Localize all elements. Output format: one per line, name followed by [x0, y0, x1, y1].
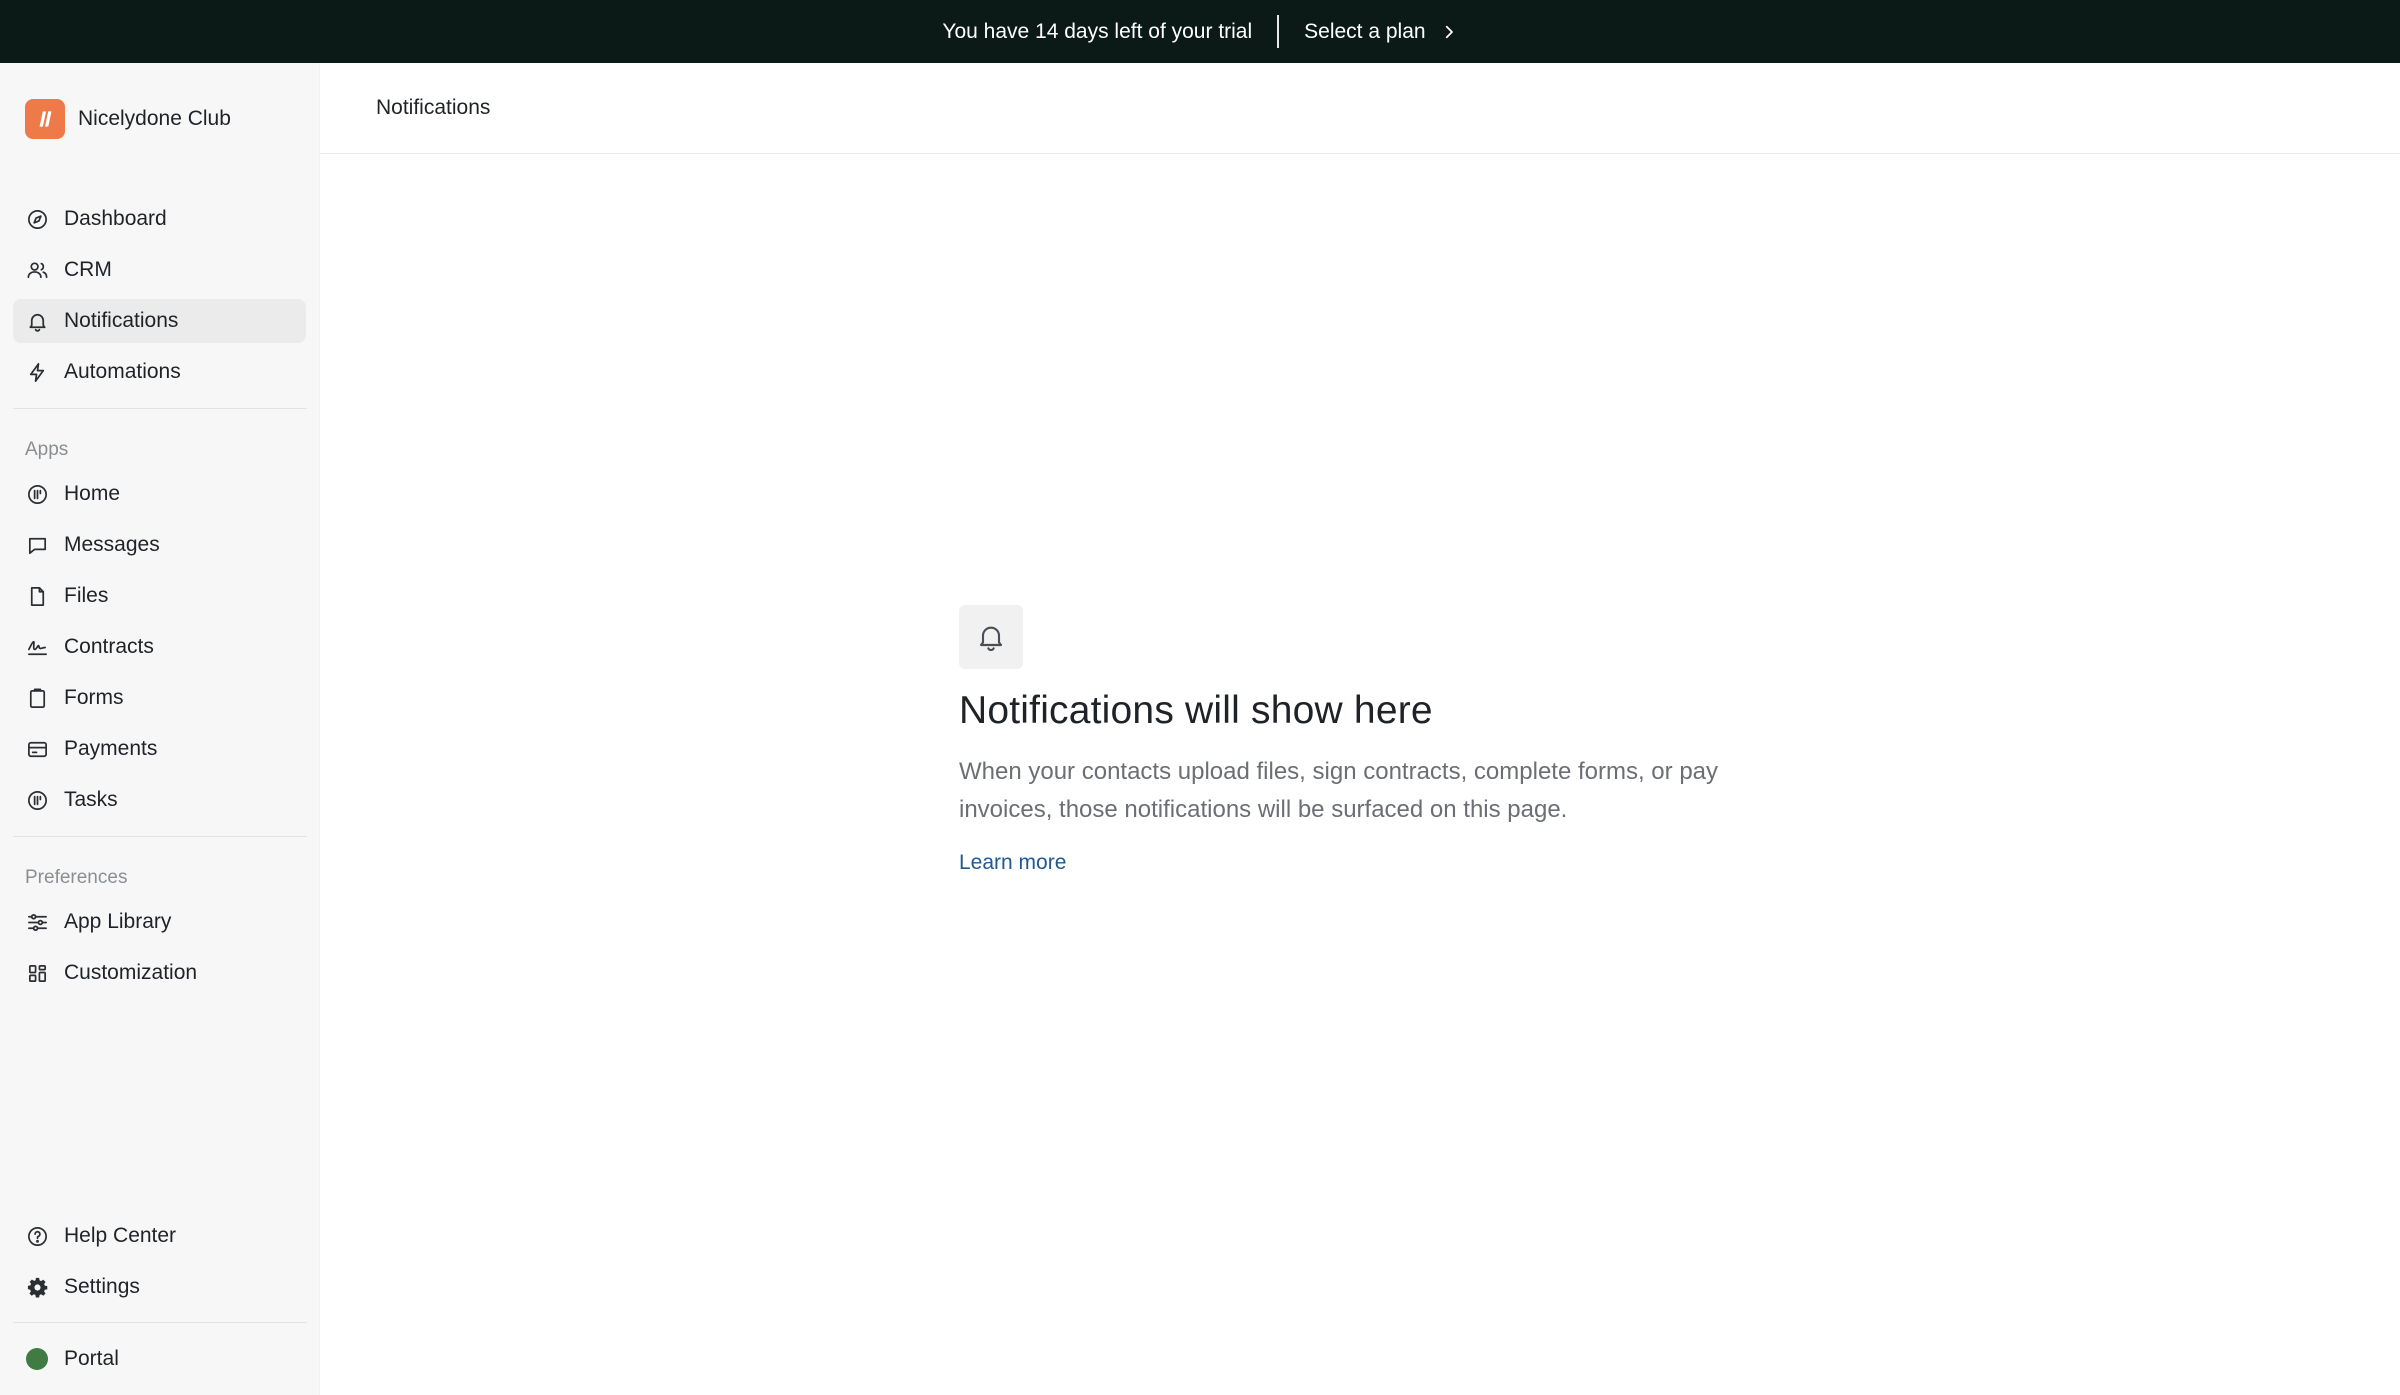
message-icon	[25, 533, 49, 557]
sidebar-item-label: Automations	[64, 360, 181, 383]
sidebar-item-forms[interactable]: Forms	[13, 676, 306, 720]
sidebar-item-settings[interactable]: Settings	[13, 1265, 306, 1309]
learn-more-link[interactable]: Learn more	[959, 851, 1066, 875]
sidebar-item-files[interactable]: Files	[13, 574, 306, 618]
clipboard-icon	[25, 686, 49, 710]
sidebar-divider	[13, 408, 307, 409]
workspace-logo-icon	[39, 111, 52, 127]
sidebar-item-label: Settings	[64, 1275, 140, 1298]
sidebar-item-label: Portal	[64, 1347, 119, 1370]
sidebar-item-label: Messages	[64, 533, 160, 556]
signature-icon	[25, 635, 49, 659]
tasks-icon	[25, 788, 49, 812]
empty-state-title: Notifications will show here	[959, 689, 1433, 732]
sidebar-item-notifications[interactable]: Notifications	[13, 299, 306, 343]
sidebar-item-label: Contracts	[64, 635, 154, 658]
workspace-switcher[interactable]: Nicelydone Club	[25, 99, 231, 139]
sidebar-item-app-library[interactable]: App Library	[13, 900, 306, 944]
sidebar-item-messages[interactable]: Messages	[13, 523, 306, 567]
users-icon	[25, 258, 49, 282]
sidebar-item-label: Tasks	[64, 788, 118, 811]
sidebar-item-automations[interactable]: Automations	[13, 350, 306, 394]
home-app-icon	[25, 482, 49, 506]
workspace-name: Nicelydone Club	[78, 107, 231, 130]
sidebar-item-label: CRM	[64, 258, 112, 281]
sidebar-divider	[13, 836, 307, 837]
banner-divider	[1277, 15, 1280, 48]
grid-icon	[25, 961, 49, 985]
page-title: Notifications	[376, 96, 491, 119]
sidebar-item-label: Home	[64, 482, 121, 505]
help-icon	[25, 1224, 49, 1248]
sidebar-item-label: Help Center	[64, 1224, 177, 1247]
sidebar-item-customization[interactable]: Customization	[13, 951, 306, 995]
sidebar-item-home[interactable]: Home	[13, 472, 306, 516]
sidebar-item-label: App Library	[64, 910, 172, 933]
sidebar-item-payments[interactable]: Payments	[13, 727, 306, 771]
sidebar-item-help-center[interactable]: Help Center	[13, 1214, 306, 1258]
file-icon	[25, 584, 49, 608]
select-plan-link[interactable]: Select a plan	[1279, 20, 1457, 44]
workspace-logo	[25, 99, 65, 139]
sidebar-item-tasks[interactable]: Tasks	[13, 778, 306, 822]
trial-message: You have 14 days left of your trial	[942, 19, 1253, 43]
compass-icon	[25, 207, 49, 231]
chevron-right-icon	[1445, 25, 1453, 38]
sliders-icon	[25, 910, 49, 934]
sidebar-item-label: Payments	[64, 737, 158, 760]
sidebar-item-label: Notifications	[64, 309, 179, 332]
sidebar-item-contracts[interactable]: Contracts	[13, 625, 306, 669]
sidebar-item-crm[interactable]: CRM	[13, 248, 306, 292]
sidebar-item-label: Dashboard	[64, 207, 167, 230]
sidebar: Nicelydone Club Dashboard CRM Notificati…	[0, 63, 320, 1395]
gear-icon	[25, 1275, 49, 1299]
empty-state-icon-box	[959, 605, 1023, 669]
empty-state: Notifications will show here When your c…	[959, 605, 1759, 875]
page-header: Notifications	[320, 63, 2400, 154]
trial-banner: You have 14 days left of your trial Sele…	[0, 0, 2400, 63]
sidebar-item-dashboard[interactable]: Dashboard	[13, 197, 306, 241]
sidebar-item-label: Files	[64, 584, 109, 607]
lightning-icon	[25, 360, 49, 384]
sidebar-item-portal[interactable]: Portal	[13, 1337, 306, 1381]
bell-icon	[979, 626, 1003, 652]
sidebar-item-label: Forms	[64, 686, 124, 709]
sidebar-item-label: Customization	[64, 961, 198, 984]
preferences-section-label: Preferences	[25, 867, 128, 888]
credit-card-icon	[25, 737, 49, 761]
select-plan-label: Select a plan	[1304, 19, 1426, 43]
sidebar-divider	[13, 1322, 307, 1323]
portal-status-dot	[25, 1347, 49, 1371]
apps-section-label: Apps	[25, 439, 69, 460]
bell-icon	[25, 309, 49, 333]
empty-state-description: When your contacts upload files, sign co…	[959, 758, 1719, 823]
